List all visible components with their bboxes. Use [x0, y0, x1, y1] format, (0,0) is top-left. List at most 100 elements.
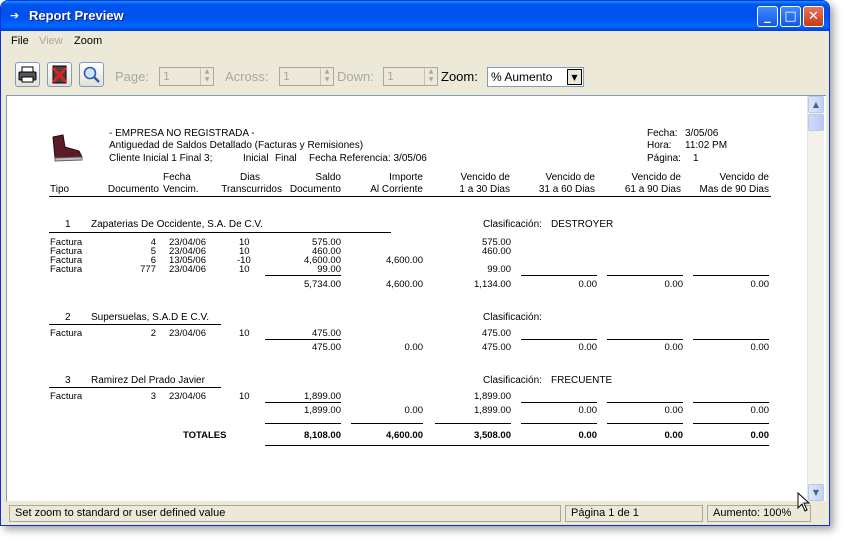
client-name: Supersuelas, S.A.D E C.V. [91, 312, 210, 323]
client-divider [49, 232, 391, 233]
row-saldo: 1,899.00 [304, 391, 341, 402]
col-v2-1: Vencido de [545, 172, 596, 183]
total-line [265, 423, 341, 424]
up-arrow-icon[interactable]: ▲ [425, 68, 437, 76]
across-spinner[interactable]: 1 ▲ ▼ [279, 67, 334, 86]
close-button[interactable]: ✕ [803, 6, 824, 27]
shoe-logo-icon [52, 134, 83, 162]
zoom-select[interactable]: % Aumento ▼ [487, 67, 584, 87]
row-doc: 777 [140, 264, 156, 275]
title-bar[interactable]: ➔ Report Preview _ □ ✕ [1, 1, 829, 31]
menu-view[interactable]: View [39, 35, 63, 47]
subtotal-v4: 0.00 [750, 405, 770, 416]
down-arrow-icon[interactable]: ▼ [201, 76, 213, 84]
up-arrow-icon[interactable]: ▲ [321, 68, 333, 76]
down-arrow-icon[interactable]: ▼ [425, 76, 437, 84]
subtotal-line [607, 275, 683, 276]
row-tipo: Factura [50, 264, 83, 275]
row-v1: 99.00 [487, 264, 511, 275]
zoom-label: Zoom: [441, 69, 478, 84]
dropdown-arrow-icon[interactable]: ▼ [567, 69, 582, 85]
row-fecha: 23/04/06 [169, 264, 206, 275]
row-saldo: 475.00 [311, 328, 341, 339]
total-line [693, 423, 769, 424]
row-fecha: 23/04/06 [169, 391, 206, 402]
client-divider [49, 324, 221, 325]
client-number: 2 [65, 312, 71, 323]
total-line [435, 423, 511, 424]
total-v4: 0.00 [750, 430, 770, 441]
subtotal-line [521, 339, 597, 340]
subtotal-line [265, 402, 341, 403]
filter-inicial: Inicial [243, 153, 269, 164]
total-corriente: 4,600.00 [386, 430, 423, 441]
subtotal-line [693, 402, 769, 403]
up-arrow-icon[interactable]: ▲ [201, 68, 213, 76]
status-bar: Set zoom to standard or user defined val… [5, 505, 827, 523]
total-line [607, 423, 683, 424]
total-v3: 0.00 [664, 430, 684, 441]
hora-label: Hora: [647, 140, 672, 151]
subtotal-saldo: 1,899.00 [304, 405, 341, 416]
toolbar: Page: 1 ▲ ▼ Across: 1 ▲ ▼ Down: 1 ▲ ▼ Zoom:… [5, 59, 827, 93]
subtotal-corriente: 4,600.00 [386, 279, 423, 290]
row-v1: 475.00 [481, 328, 511, 339]
row-v1: 1,899.00 [474, 391, 511, 402]
across-spinner-value: 1 [283, 70, 290, 83]
col-v4-2: Mas de 90 Dias [699, 184, 769, 195]
clasificacion-label: Clasificación: [483, 312, 542, 323]
col-v1-2: 1 a 30 Dias [459, 184, 510, 195]
subtotal-line [607, 339, 683, 340]
close-doc-icon [51, 65, 68, 84]
subtotal-line [693, 339, 769, 340]
vertical-scrollbar[interactable]: ▲ ▼ [807, 96, 824, 501]
row-dias: 10 [239, 391, 250, 402]
subtotal-line [265, 275, 341, 276]
menu-file[interactable]: File [11, 35, 29, 47]
page-spinner-value: 1 [163, 70, 170, 83]
col-v3-1: Vencido de [631, 172, 682, 183]
down-spinner[interactable]: 1 ▲ ▼ [383, 67, 438, 86]
status-page: Página 1 de 1 [565, 505, 703, 522]
row-fecha: 23/04/06 [169, 328, 206, 339]
subtotal-line [265, 339, 341, 340]
scroll-thumb[interactable] [808, 114, 824, 131]
maximize-button[interactable]: □ [780, 6, 801, 27]
across-label: Across: [225, 69, 269, 84]
down-arrow-icon[interactable]: ▼ [321, 76, 333, 84]
fecha-label: Fecha: [647, 128, 678, 139]
col-dias-1: Dias [239, 172, 260, 183]
scroll-up-icon[interactable]: ▲ [808, 96, 824, 113]
page-spinner[interactable]: 1 ▲ ▼ [159, 67, 214, 86]
menu-zoom[interactable]: Zoom [74, 35, 102, 47]
col-saldo-1: Saldo [315, 172, 341, 183]
subtotal-line [607, 402, 683, 403]
pagina-value: 1 [693, 153, 699, 164]
col-v2-2: 31 a 60 Dias [538, 184, 595, 195]
filter-cliente: Cliente Inicial 1 Final 3; [109, 153, 213, 164]
client-number: 1 [65, 219, 71, 230]
col-fecha-2: Vencim. [163, 184, 199, 195]
clasificacion-label: Clasificación: [483, 219, 542, 230]
down-label: Down: [337, 69, 374, 84]
subtotal-v1: 1,134.00 [474, 279, 511, 290]
subtotal-v4: 0.00 [750, 279, 770, 290]
arrow-icon: ➔ [10, 9, 20, 22]
print-button[interactable] [15, 62, 40, 87]
zoom-button[interactable] [79, 62, 104, 87]
total-bottom-line [265, 445, 769, 446]
pagina-label: Página: [647, 153, 681, 164]
close-preview-button[interactable] [47, 62, 72, 87]
client-divider [49, 387, 221, 388]
hora-value: 11:02 PM [685, 140, 728, 151]
total-saldo: 8,108.00 [304, 430, 341, 441]
row-tipo: Factura [50, 328, 83, 339]
minimize-button[interactable]: _ [757, 6, 778, 27]
col-importe-1: Importe [389, 172, 423, 183]
subtotal-saldo: 5,734.00 [304, 279, 341, 290]
zoom-select-value: % Aumento [491, 70, 553, 84]
filter-final: Final [275, 153, 297, 164]
subtotal-v4: 0.00 [750, 342, 770, 353]
clasificacion-label: Clasificación: [483, 375, 542, 386]
total-line [351, 423, 423, 424]
